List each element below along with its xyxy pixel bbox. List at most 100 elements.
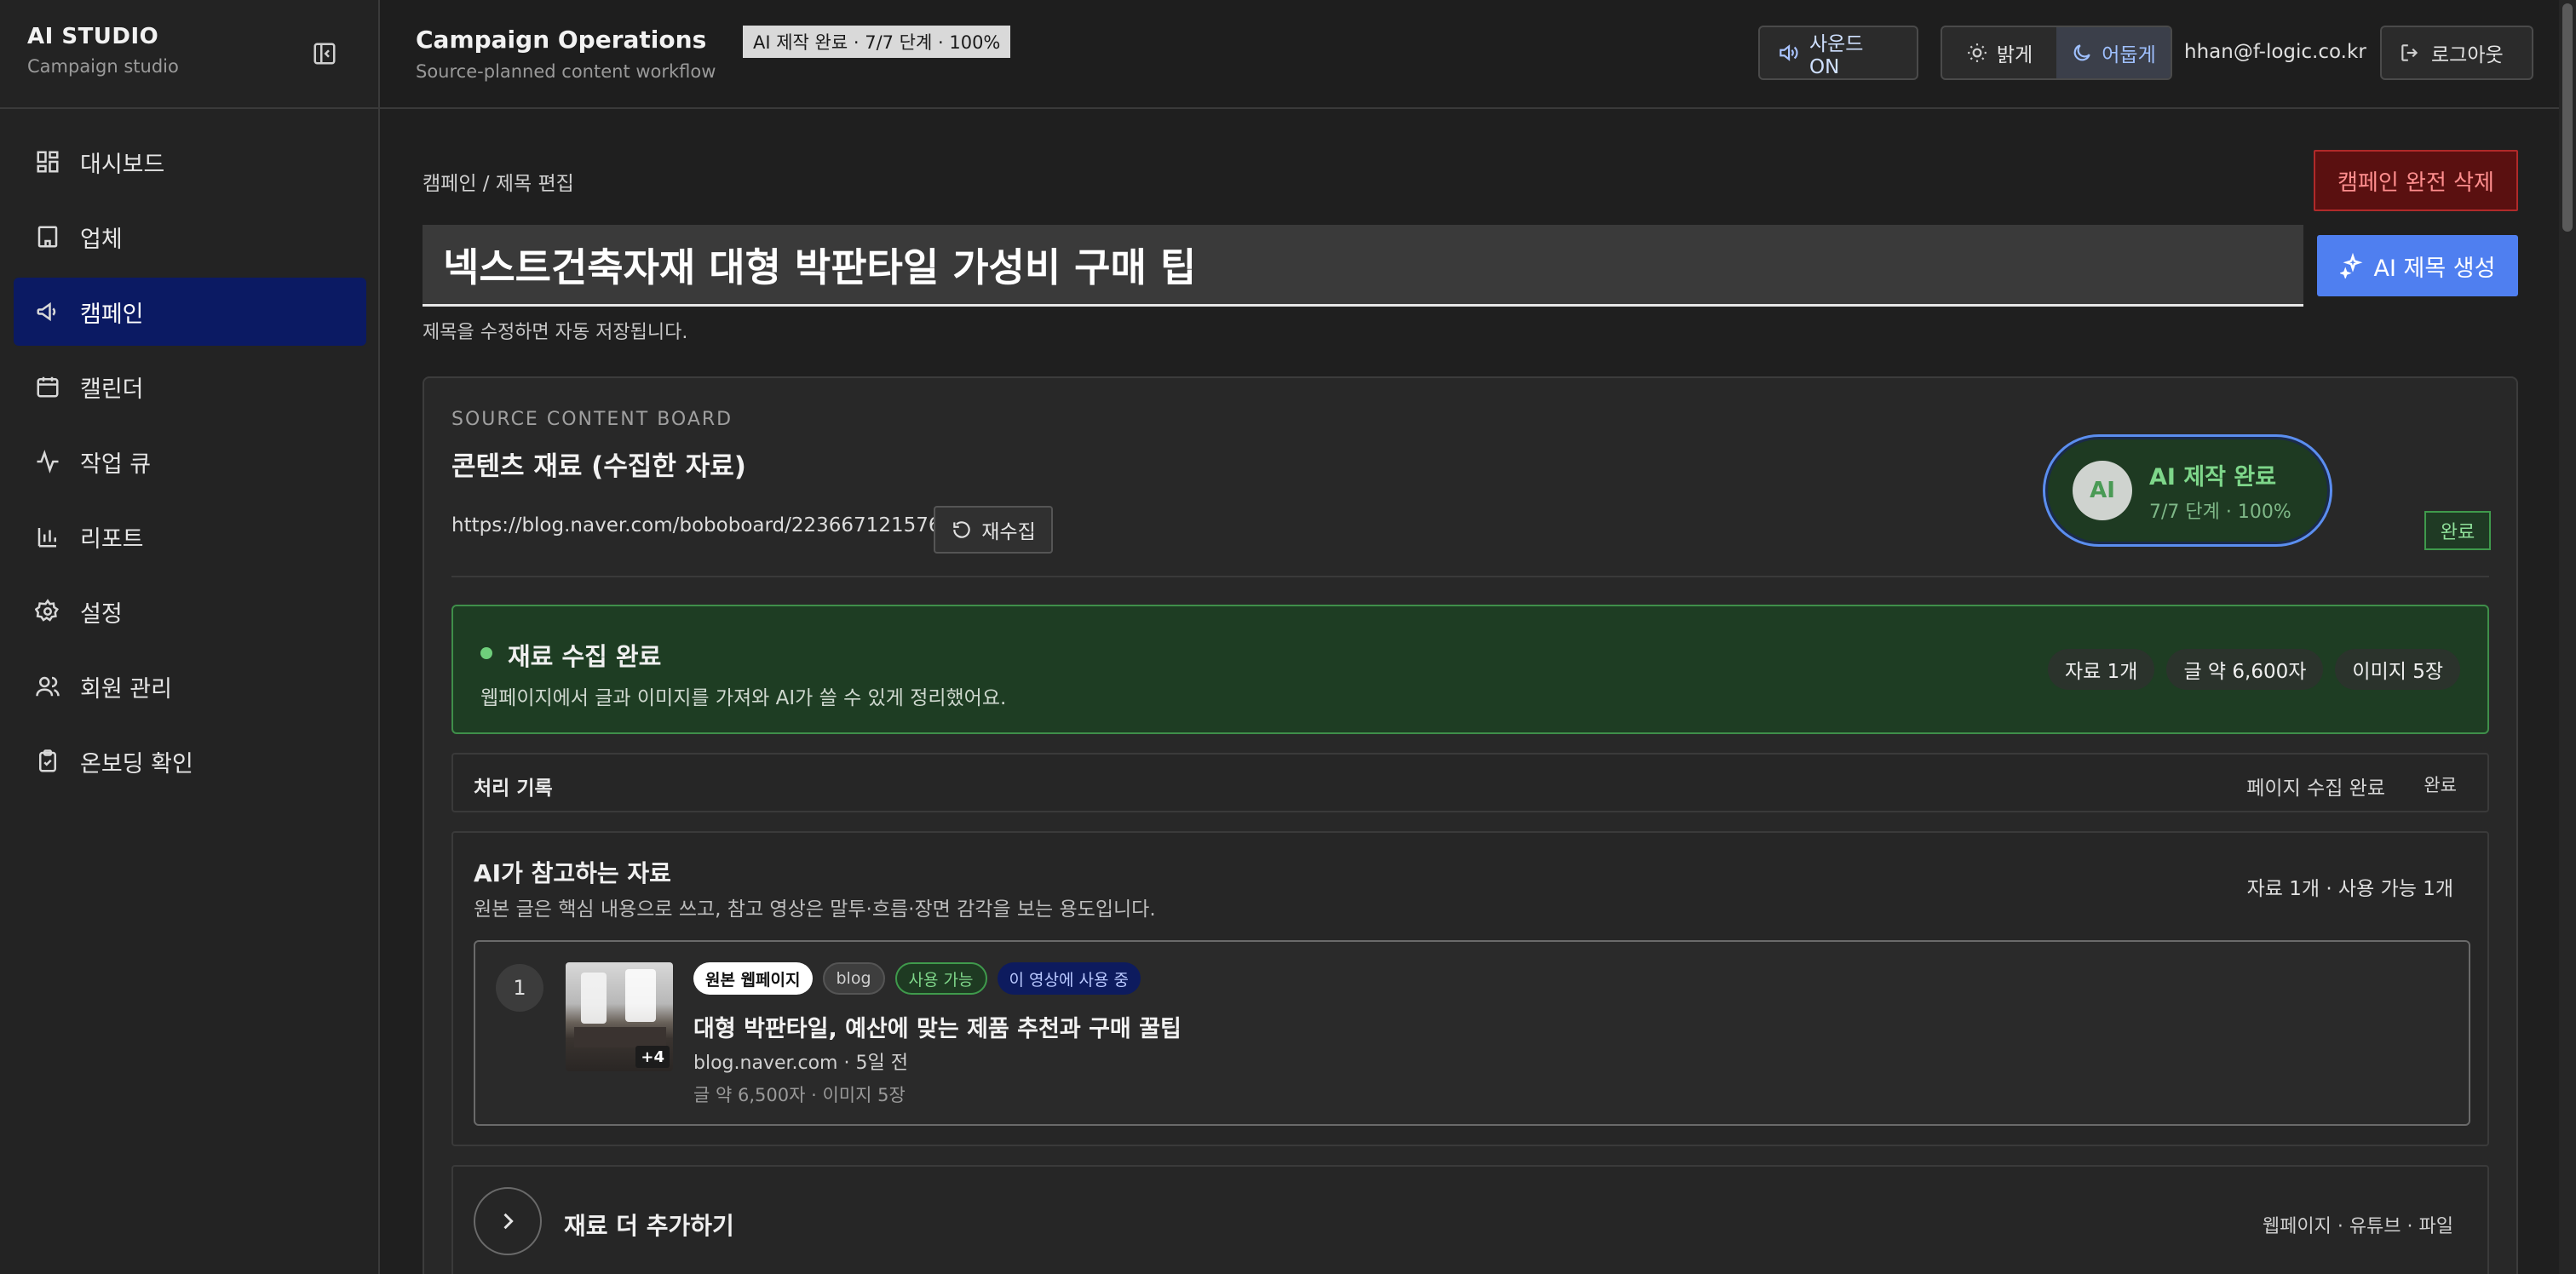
banner-description: 웹페이지에서 글과 이미지를 가져와 AI가 쓸 수 있게 정리했어요. [480,687,1007,709]
sidebar-divider [0,107,380,109]
sidebar-item-campaigns[interactable]: 캠페인 [14,278,366,346]
sun-icon [1967,43,1987,62]
sidebar-collapse-button[interactable] [308,39,341,68]
source-content-board: SOURCE CONTENT BOARD 콘텐츠 재료 (수집한 자료) htt… [423,376,2518,1274]
sidebar-item-label: 리포트 [80,525,144,553]
sidebar-item-label: 대시보드 [80,151,165,178]
source-url: https://blog.naver.com/boboboard/2236671… [451,514,941,537]
sidebar-item-calendar[interactable]: 캘린더 [14,353,366,421]
reference-thumbnail[interactable]: +4 [566,962,673,1071]
delete-campaign-button[interactable]: 캠페인 완전 삭제 [2314,150,2518,211]
sparkles-icon [2339,253,2362,278]
calendar-icon [34,373,61,400]
stat-chip-characters: 글 약 6,600자 [2166,649,2324,690]
brand-title: AI STUDIO [27,24,159,49]
recollect-label: 재수집 [981,521,1036,543]
theme-light-button[interactable]: 밝게 [1942,27,2056,78]
more-images-count: +4 [635,1046,670,1068]
sidebar-item-label: 작업 큐 [80,450,152,478]
sidebar-item-label: 설정 [80,600,123,628]
sidebar-item-members[interactable]: 회원 관리 [14,652,366,720]
clipboard-check-icon [34,748,61,775]
expand-add-more-button[interactable] [474,1187,542,1255]
board-eyebrow: SOURCE CONTENT BOARD [451,409,733,430]
header-title: Campaign Operations [416,26,707,54]
board-title: 콘텐츠 재료 (수집한 자료) [451,451,746,482]
add-more-materials: 재료 더 추가하기 웹페이지 · 유튜브 · 파일 [451,1165,2489,1274]
sound-toggle-label: 사운드 ON [1808,33,1864,78]
tag-in-use: 이 영상에 사용 중 [997,962,1141,995]
reference-title: 대형 박판타일, 예산에 맞는 제품 추천과 구매 꿀팁 [693,1016,1182,1042]
refs-description: 원본 글은 핵심 내용으로 쓰고, 참고 영상은 말투·흐름·장면 감각을 보는… [474,898,1156,921]
sidebar-item-reports[interactable]: 리포트 [14,502,366,571]
bar-chart-icon [34,523,61,550]
thumbnail-light [581,973,607,1024]
logout-label: 로그아웃 [2431,44,2504,66]
reference-item[interactable]: 1 +4 원본 웹페이지 blog 사용 가능 이 영상에 사용 중 대형 박판… [474,940,2470,1126]
refs-title: AI가 참고하는 자료 [474,859,671,887]
processing-log[interactable]: 처리 기록 페이지 수집 완료 완료 [451,753,2489,812]
refresh-icon [953,521,970,538]
autosave-note: 제목을 수정하면 자동 저장됩니다. [423,322,688,343]
ai-status-pill: AI AI 제작 완료 7/7 단계 · 100% [2043,434,2332,547]
tag-blog: blog [822,962,885,995]
ai-progress-badge: AI 제작 완료 · 7/7 단계 · 100% [743,26,1011,58]
ai-status-title: AI 제작 완료 [2149,463,2277,491]
log-status: 페이지 수집 완료 [2246,778,2385,800]
sidebar-item-label: 회원 관리 [80,675,172,703]
reference-stats: 글 약 6,500자 · 이미지 5장 [693,1085,906,1105]
tag-source-webpage: 원본 웹페이지 [693,962,813,995]
ai-title-generate-label: AI 제목 생성 [2373,255,2496,282]
refs-count: 자료 1개 · 사용 가능 1개 [2246,878,2453,900]
moon-icon [2073,44,2090,61]
sidebar-item-companies[interactable]: 업체 [14,203,366,271]
megaphone-icon [34,298,61,325]
board-divider [451,576,2489,577]
theme-toggle: 밝게 어둡게 [1941,26,2172,80]
logout-button[interactable]: 로그아웃 [2380,26,2533,80]
sidebar-nav: 대시보드 업체 캠페인 캘린더 작업 큐 리포트 설정 회원 관리 온보딩 확인 [14,128,366,802]
page-scrollbar[interactable] [2559,0,2576,1274]
header-subtitle: Source-planned content workflow [416,61,716,82]
sidebar-item-label: 캘린더 [80,376,144,403]
sidebar-item-onboarding[interactable]: 온보딩 확인 [14,727,366,795]
ai-title-generate-button[interactable]: AI 제목 생성 [2317,235,2518,296]
building-icon [34,223,61,250]
reference-meta: blog.naver.com · 5일 전 [693,1053,908,1074]
activity-icon [34,448,61,475]
dashboard-icon [34,148,61,175]
sidebar-item-label: 온보딩 확인 [80,750,193,778]
sound-toggle-button[interactable]: 사운드 ON [1758,26,1918,80]
reference-tags: 원본 웹페이지 blog 사용 가능 이 영상에 사용 중 [693,962,1141,995]
thumbnail-light [625,969,656,1022]
users-icon [34,673,61,700]
collection-complete-banner: 재료 수집 완료 웹페이지에서 글과 이미지를 가져와 AI가 쓸 수 있게 정… [451,605,2489,734]
banner-stats: 자료 1개 글 약 6,600자 이미지 5장 [2048,649,2460,690]
sidebar-collapse-icon [313,43,336,65]
ai-reference-materials: AI가 참고하는 자료 원본 글은 핵심 내용으로 쓰고, 참고 영상은 말투·… [451,831,2489,1146]
banner-title: 재료 수집 완료 [508,642,662,671]
breadcrumb: 캠페인 / 제목 편집 [423,173,574,195]
sidebar-item-label: 캠페인 [80,301,144,328]
scrollbar-thumb[interactable] [2562,3,2573,232]
logout-icon [2401,44,2418,61]
log-done-badge: 완료 [2424,775,2457,795]
tag-usable: 사용 가능 [894,962,987,995]
ai-status-text: AI 제작 완료 7/7 단계 · 100% [2149,458,2291,524]
sidebar-item-settings[interactable]: 설정 [14,577,366,646]
ai-status-progress: 7/7 단계 · 100% [2149,501,2291,523]
recollect-button[interactable]: 재수집 [934,506,1053,554]
campaign-title-input[interactable] [423,225,2303,307]
stat-chip-sources: 자료 1개 [2048,649,2155,690]
sidebar-item-dashboard[interactable]: 대시보드 [14,128,366,196]
thumbnail-desk [574,1027,666,1047]
sidebar-item-job-queue[interactable]: 작업 큐 [14,428,366,496]
brand-subtitle: Campaign studio [27,56,179,77]
user-email: hhan@f-logic.co.kr [2184,41,2366,63]
theme-dark-label: 어둡게 [2102,44,2156,66]
log-title: 처리 기록 [474,778,553,800]
theme-dark-button[interactable]: 어둡게 [2056,27,2171,78]
sidebar-item-label: 업체 [80,226,123,253]
status-badge: 완료 [2424,511,2491,550]
stat-chip-images: 이미지 5장 [2335,649,2460,690]
